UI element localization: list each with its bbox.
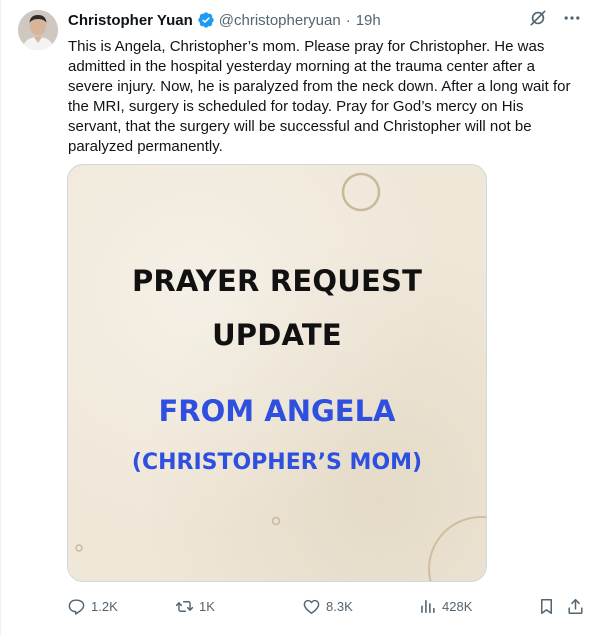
image-subheading-line1: FROM ANGELA <box>158 394 396 428</box>
decorative-circles <box>75 172 486 581</box>
user-handle[interactable]: @christopheryuan <box>219 12 341 29</box>
views-button[interactable]: 428K <box>418 595 472 617</box>
action-bar: 1.2K 1K 8.3K 428K <box>67 595 587 617</box>
reply-count: 1.2K <box>91 598 118 614</box>
repost-icon <box>175 597 194 616</box>
repost-count: 1K <box>199 598 215 614</box>
image-heading-line1: PRAYER REQUEST <box>131 264 423 298</box>
share-button[interactable] <box>566 595 585 617</box>
tweet[interactable]: Christopher Yuan @christopheryuan · 19h <box>0 0 598 636</box>
like-icon <box>302 597 321 616</box>
repost-button[interactable]: 1K <box>175 595 215 617</box>
display-name[interactable]: Christopher Yuan <box>68 12 193 29</box>
image-subheading-line2: (CHRISTOPHER’S MOM) <box>131 450 423 475</box>
grok-icon[interactable] <box>528 8 548 28</box>
avatar[interactable] <box>18 10 58 50</box>
top-actions <box>528 8 582 28</box>
image-heading-line2: UPDATE <box>212 318 342 352</box>
like-count: 8.3K <box>326 598 353 614</box>
more-icon[interactable] <box>562 8 582 28</box>
tweet-text: This is Angela, Christopher’s mom. Pleas… <box>68 38 571 155</box>
like-button[interactable]: 8.3K <box>302 595 353 617</box>
bookmark-icon <box>537 597 556 616</box>
tweet-image[interactable]: PRAYER REQUEST UPDATE FROM ANGELA (CHRIS… <box>67 164 487 582</box>
separator-dot: · <box>345 11 351 29</box>
share-icon <box>566 597 585 616</box>
verified-badge-icon[interactable] <box>197 11 215 29</box>
reply-icon <box>67 597 86 616</box>
timestamp[interactable]: 19h <box>356 12 381 29</box>
reply-button[interactable]: 1.2K <box>67 595 118 617</box>
tweet-header: Christopher Yuan @christopheryuan · 19h <box>68 10 381 30</box>
views-count: 428K <box>442 598 473 614</box>
bookmark-button[interactable] <box>537 595 556 617</box>
views-icon <box>418 597 437 616</box>
